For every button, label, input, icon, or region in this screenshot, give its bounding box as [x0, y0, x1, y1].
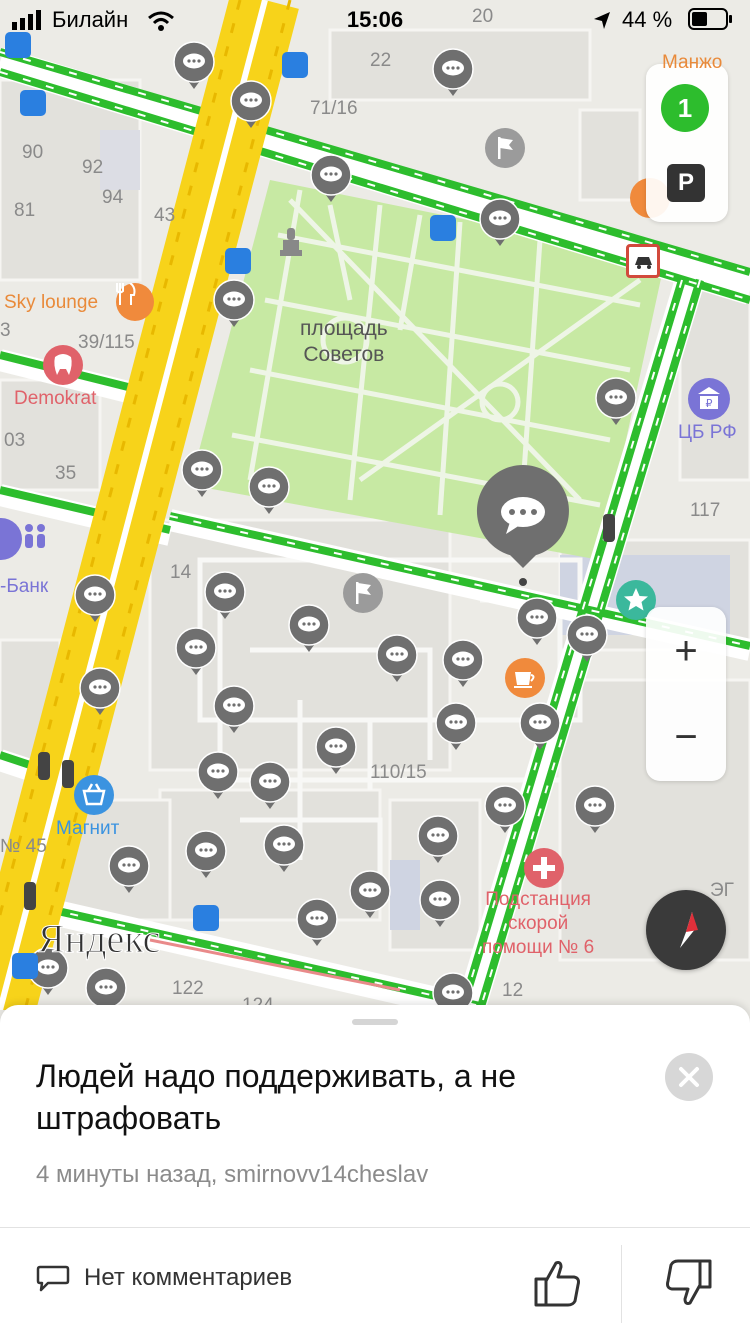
house-number: 3	[0, 320, 11, 341]
shopping-basket-icon[interactable]	[74, 775, 114, 815]
monument-icon[interactable]	[280, 228, 302, 258]
thumbs-down-icon	[666, 1259, 712, 1305]
comment-title: Людей надо поддерживать, а не штрафовать	[36, 1058, 516, 1136]
map-view[interactable]: 20 22 71/16 90 92 94 81 43 39/115 3 03 3…	[0, 0, 750, 1010]
traffic-light-icon	[24, 882, 36, 910]
house-number: 90	[22, 142, 44, 163]
house-number: 22	[370, 50, 392, 71]
transit-stop-icon[interactable]	[225, 248, 251, 274]
battery-icon	[688, 8, 732, 30]
traffic-camera-icon[interactable]	[626, 244, 660, 278]
like-button[interactable]	[530, 1255, 586, 1311]
house-number: 92	[82, 157, 104, 178]
close-icon	[679, 1067, 699, 1087]
divider	[0, 1227, 750, 1228]
compass-button[interactable]	[646, 890, 726, 970]
house-number: 14	[170, 562, 192, 583]
comments-label: Нет комментариев	[84, 1264, 293, 1291]
traffic-light-icon	[38, 752, 50, 780]
transit-stop-icon[interactable]	[12, 953, 38, 979]
house-number: 110/15	[370, 762, 427, 783]
traffic-level-button[interactable]: 1	[661, 84, 709, 132]
house-number: 35	[55, 463, 77, 484]
traffic-light-icon	[603, 514, 615, 542]
flag-icon[interactable]	[485, 128, 525, 168]
poi-substation-label[interactable]: Подстанция скорой помощи № 6	[482, 888, 594, 960]
substation-line: помощи № 6	[482, 937, 595, 958]
comments-button[interactable]: Нет комментариев	[36, 1263, 292, 1293]
poi-cb-rf-label[interactable]: ЦБ РФ	[678, 422, 737, 444]
hospital-icon[interactable]	[524, 848, 564, 888]
square-label: площадь Советов	[300, 316, 388, 368]
dentist-icon[interactable]	[43, 345, 83, 385]
sheet-grip[interactable]	[352, 1019, 398, 1025]
house-number: 39/115	[78, 332, 135, 353]
house-number: 71/16	[310, 98, 358, 119]
traffic-light-icon	[62, 760, 74, 788]
house-number: 94	[102, 187, 124, 208]
poi-bank-label[interactable]: -Банк	[0, 576, 48, 598]
house-number: 43	[154, 205, 176, 226]
transit-stop-icon[interactable]	[20, 90, 46, 116]
substation-line: скорой	[507, 913, 569, 934]
poi-sky-lounge-label[interactable]: Sky lounge	[4, 292, 98, 314]
house-number: № 45	[0, 836, 47, 857]
vertical-divider	[621, 1245, 622, 1323]
poi-demokrat-label[interactable]: Demokrat	[14, 388, 96, 410]
cafe-icon[interactable]	[505, 658, 545, 698]
compass-icon	[680, 912, 698, 948]
yandex-logo: Яндекс	[37, 916, 161, 962]
thumbs-up-icon	[534, 1261, 580, 1307]
comment-sheet: Людей надо поддерживать, а не штрафовать…	[0, 1005, 750, 1334]
traffic-level-value: 1	[677, 92, 693, 123]
battery-percent: 44 %	[622, 7, 673, 32]
dislike-button[interactable]	[660, 1255, 716, 1311]
zoom-in-button[interactable]: +	[646, 611, 726, 691]
svg-text:₽: ₽	[706, 397, 713, 410]
parking-label: P	[677, 169, 694, 196]
poi-manjo-label[interactable]: Манжо	[662, 52, 722, 74]
zoom-controls: + −	[646, 607, 726, 781]
transit-stop-icon[interactable]	[193, 905, 219, 931]
house-number: 12	[502, 980, 524, 1001]
close-button[interactable]	[665, 1053, 713, 1101]
map-canvas[interactable]	[0, 0, 750, 1010]
transit-stop-icon[interactable]	[282, 52, 308, 78]
house-number: 117	[690, 500, 721, 521]
house-number: 03	[4, 430, 26, 451]
square-label-line: Советов	[303, 343, 385, 366]
layers-panel: 1 P	[646, 64, 728, 222]
poi-magnit-label[interactable]: Магнит	[56, 818, 119, 840]
substation-line: Подстанция	[485, 889, 591, 910]
status-bar: Билайн 15:06 44 %	[0, 0, 750, 40]
transit-stop-icon[interactable]	[430, 215, 456, 241]
house-number: 122	[172, 978, 204, 999]
flag-icon[interactable]	[343, 573, 383, 613]
speech-bubble-icon	[36, 1265, 70, 1292]
zoom-out-button[interactable]: −	[646, 697, 726, 777]
comment-meta: 4 минуты назад, smirnovv14cheslav	[36, 1161, 429, 1188]
restaurant-icon[interactable]	[116, 283, 154, 321]
location-arrow-icon	[594, 12, 610, 29]
square-label-line: площадь	[300, 317, 388, 340]
bank-icon[interactable]: ₽	[688, 378, 730, 420]
house-number: 81	[14, 200, 36, 221]
parking-button[interactable]: P	[667, 164, 705, 202]
